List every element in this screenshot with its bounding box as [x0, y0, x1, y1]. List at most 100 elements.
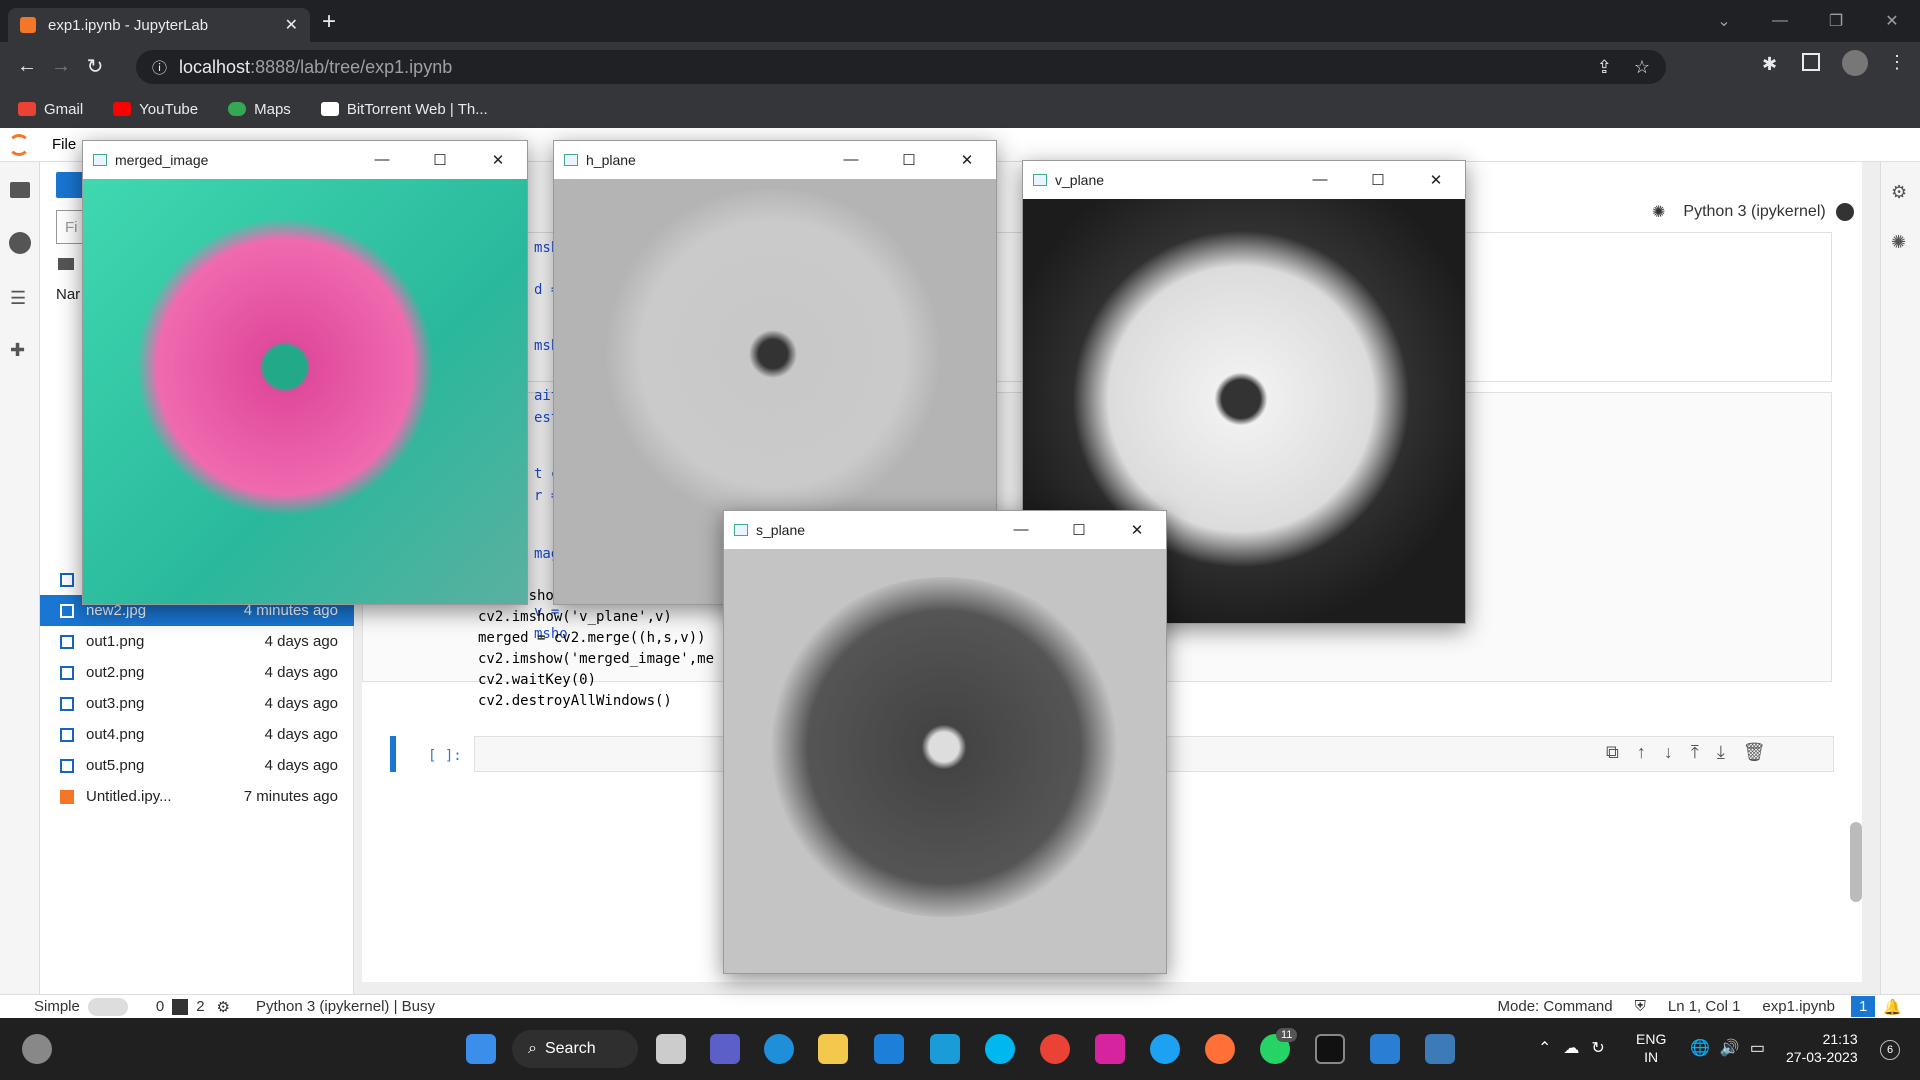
file-row[interactable]: out5.png 4 days ago	[40, 750, 354, 781]
restore-icon[interactable]: ❐	[1808, 11, 1864, 31]
terminal-icon[interactable]	[1315, 1034, 1345, 1064]
extensions-icon[interactable]: ✱	[1762, 54, 1777, 75]
avatar[interactable]	[1842, 50, 1868, 76]
onedrive-icon[interactable]: ☁	[1563, 1038, 1579, 1058]
merged-image-window[interactable]: merged_image — ☐ ✕	[82, 140, 528, 605]
chrome-icon[interactable]	[1040, 1034, 1070, 1064]
file-row[interactable]: out1.png 4 days ago	[40, 626, 354, 657]
move-up-icon[interactable]: ↑	[1637, 742, 1646, 763]
file-row[interactable]: out2.png 4 days ago	[40, 657, 354, 688]
twitter-icon[interactable]	[1150, 1034, 1180, 1064]
close-icon[interactable]: ✕	[938, 151, 996, 169]
home-folder-icon[interactable]	[58, 258, 74, 270]
clock[interactable]: 21:13 27-03-2023	[1786, 1030, 1858, 1066]
file-row[interactable]: Untitled.ipy... 7 minutes ago	[40, 781, 354, 812]
debugger-panel-icon[interactable]: ✺	[1891, 232, 1906, 253]
window-titlebar[interactable]: s_plane — ☐ ✕	[724, 511, 1166, 549]
weather-icon[interactable]	[22, 1034, 52, 1064]
minimize-icon[interactable]: —	[822, 151, 880, 169]
maximize-icon[interactable]: ☐	[1050, 521, 1108, 539]
notification-badge[interactable]: 6	[1880, 1040, 1900, 1060]
file-row[interactable]: out3.png 4 days ago	[40, 688, 354, 719]
menu-file[interactable]: File	[52, 136, 76, 153]
browser-toolbar: ← → ↻ ⓘ localhost:8888/lab/tree/exp1.ipy…	[0, 42, 1920, 90]
minimize-icon[interactable]: —	[992, 521, 1050, 539]
back-icon[interactable]: ←	[10, 55, 44, 78]
bookmark-maps[interactable]: Maps	[228, 101, 291, 118]
minimize-icon[interactable]: —	[353, 151, 411, 169]
window-titlebar[interactable]: h_plane — ☐ ✕	[554, 141, 996, 179]
vscode-icon[interactable]	[1370, 1034, 1400, 1064]
maximize-icon[interactable]: ☐	[1349, 171, 1407, 189]
notification-count[interactable]: 1	[1850, 996, 1876, 1017]
cursor-position[interactable]: Ln 1, Col 1	[1668, 998, 1741, 1015]
firefox-icon[interactable]	[1205, 1034, 1235, 1064]
jupyter-favicon-icon	[20, 17, 36, 33]
taskbar-search[interactable]: ⌕ Search	[512, 1030, 638, 1068]
insert-below-icon[interactable]: ⤓	[1717, 742, 1725, 763]
side-panel-icon[interactable]	[1802, 53, 1820, 71]
tab-search-icon[interactable]: ⌄	[1696, 11, 1752, 31]
scrollbar-thumb[interactable]	[1850, 822, 1862, 902]
python-icon[interactable]	[1425, 1034, 1455, 1064]
move-down-icon[interactable]: ↓	[1664, 742, 1673, 763]
insert-above-icon[interactable]: ⤒	[1691, 742, 1699, 763]
mail-icon[interactable]	[874, 1034, 904, 1064]
simple-mode-toggle[interactable]	[87, 997, 128, 1016]
site-info-icon[interactable]: ⓘ	[152, 57, 167, 78]
start-icon[interactable]	[466, 1034, 496, 1064]
instagram-icon[interactable]	[1095, 1034, 1125, 1064]
tray-overflow-icon[interactable]: ⌃	[1538, 1038, 1551, 1058]
address-bar[interactable]: ⓘ localhost:8888/lab/tree/exp1.ipynb ⇪ ☆	[136, 50, 1666, 84]
maximize-icon[interactable]: ☐	[411, 151, 469, 169]
s-plane-window[interactable]: s_plane — ☐ ✕	[723, 510, 1167, 974]
file-explorer-icon[interactable]	[818, 1034, 848, 1064]
new-tab-icon[interactable]: +	[322, 8, 336, 36]
close-tab-icon[interactable]: ✕	[285, 15, 298, 35]
close-icon[interactable]: ✕	[469, 151, 527, 169]
share-icon[interactable]: ⇪	[1597, 57, 1612, 78]
bookmark-star-icon[interactable]: ☆	[1634, 57, 1650, 78]
menu-kebab-icon[interactable]: ⋮	[1888, 52, 1906, 73]
bookmark-bittorrent[interactable]: BitTorrent Web | Th...	[320, 101, 488, 118]
toc-icon[interactable]: ☰	[10, 288, 26, 309]
kernel-status[interactable]: Python 3 (ipykernel) | Busy	[256, 998, 435, 1015]
bell-icon[interactable]: 🔔	[1883, 998, 1902, 1016]
property-inspector-icon[interactable]: ⚙	[1891, 182, 1907, 203]
bookmark-gmail[interactable]: Gmail	[18, 101, 83, 118]
running-icon[interactable]	[9, 232, 31, 254]
file-modified: 4 days ago	[264, 695, 338, 712]
language-indicator[interactable]: ENG IN	[1636, 1030, 1666, 1066]
window-titlebar[interactable]: merged_image — ☐ ✕	[83, 141, 527, 179]
teams-icon[interactable]	[710, 1034, 740, 1064]
minimize-icon[interactable]: —	[1752, 12, 1808, 30]
duplicate-icon[interactable]: ⧉	[1606, 742, 1619, 763]
browser-tab[interactable]: exp1.ipynb - JupyterLab ✕	[8, 8, 310, 42]
delete-icon[interactable]: 🗑	[1743, 742, 1766, 763]
folder-icon[interactable]	[10, 182, 30, 198]
extension-icon[interactable]: ✚	[10, 340, 25, 361]
myhp-icon[interactable]	[930, 1034, 960, 1064]
lang-bottom: IN	[1644, 1049, 1659, 1065]
forward-icon[interactable]: →	[44, 55, 78, 78]
name-column-header[interactable]: Nar	[56, 286, 80, 303]
cortana-icon[interactable]	[985, 1034, 1015, 1064]
kernel-indicator[interactable]: ✺ Python 3 (ipykernel)	[1652, 202, 1854, 222]
close-icon[interactable]: ✕	[1108, 521, 1166, 539]
bookmark-youtube[interactable]: YouTube	[113, 101, 198, 118]
reload-icon[interactable]: ↻	[78, 54, 112, 79]
window-titlebar[interactable]: v_plane — ☐ ✕	[1023, 161, 1465, 199]
kernel-settings-icon[interactable]: ⚙	[217, 998, 230, 1016]
file-row[interactable]: out4.png 4 days ago	[40, 719, 354, 750]
minimize-icon[interactable]: —	[1291, 171, 1349, 189]
lang-top: ENG	[1636, 1031, 1667, 1047]
debugger-icon[interactable]: ✺	[1652, 202, 1665, 222]
sync-icon[interactable]: ↻	[1591, 1038, 1604, 1058]
close-icon[interactable]: ✕	[1407, 171, 1465, 189]
maximize-icon[interactable]: ☐	[880, 151, 938, 169]
task-view-icon[interactable]	[656, 1034, 686, 1064]
edge-icon[interactable]	[764, 1034, 794, 1064]
close-window-icon[interactable]: ✕	[1864, 11, 1920, 31]
file-name: out5.png	[86, 757, 145, 774]
quick-settings[interactable]: 🌐 🔊 ▭	[1690, 1038, 1765, 1058]
